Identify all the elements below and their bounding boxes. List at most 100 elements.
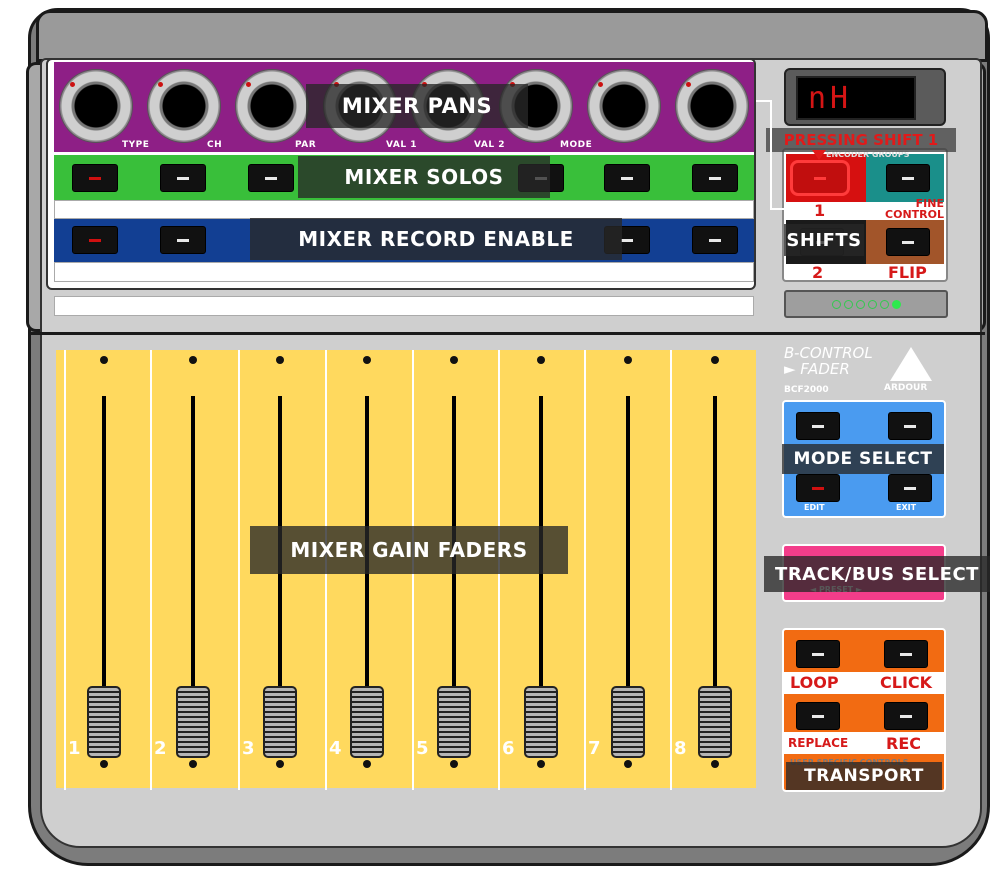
strip-separator [150, 350, 152, 790]
knob-label-type: TYPE [122, 140, 150, 150]
rec-button[interactable] [884, 702, 928, 730]
fader-top-dot [189, 356, 197, 364]
fine-control-button[interactable] [886, 164, 930, 192]
record-scribble-strip [54, 262, 754, 282]
lower-scribble-strip [54, 296, 754, 316]
fader-cap-7[interactable] [611, 686, 645, 758]
section-divider [30, 332, 985, 335]
brand-line2: ► FADER [784, 360, 850, 378]
fader-cap-1[interactable] [87, 686, 121, 758]
click-button[interactable] [884, 640, 928, 668]
pressing-shift-label: PRESSING SHIFT 1 [766, 128, 956, 152]
fader-top-dot [624, 356, 632, 364]
strip-separator [238, 350, 240, 790]
fader-number-4: 4 [329, 738, 342, 759]
knob-label-mode: MODE [560, 140, 593, 150]
rec-button-1[interactable] [72, 226, 118, 254]
fader-number-1: 1 [68, 738, 81, 759]
led-indicator-4 [867, 299, 877, 309]
pan-knob-1[interactable] [60, 70, 132, 142]
pan-knob-3[interactable] [236, 70, 308, 142]
fader-cap-4[interactable] [350, 686, 384, 758]
fader-cap-5[interactable] [437, 686, 471, 758]
fader-cap-3[interactable] [263, 686, 297, 758]
exit-label: EXIT [896, 503, 917, 512]
shift-1-label: 1 [814, 201, 826, 220]
flip-label: FLIP [888, 263, 927, 282]
led-indicator-3 [855, 299, 865, 309]
pan-knob-2[interactable] [148, 70, 220, 142]
fader-number-3: 3 [242, 738, 255, 759]
fader-top-dot [363, 356, 371, 364]
segment-display: nH [796, 76, 916, 120]
arrow-down-icon [812, 150, 826, 160]
rec-button-2[interactable] [160, 226, 206, 254]
click-label: CLICK [880, 673, 933, 692]
edit-button[interactable] [796, 474, 840, 502]
exit-button[interactable] [888, 474, 932, 502]
fine-control-label: FINE CONTROL [870, 198, 944, 220]
mixer-pans-label: MIXER PANS [306, 84, 528, 128]
rec-label: REC [886, 734, 921, 753]
fader-top-dot [450, 356, 458, 364]
fader-number-7: 7 [588, 738, 601, 759]
control-label: CONTROL [885, 208, 944, 221]
shifts-label: SHIFTS [784, 224, 864, 256]
knob-label-val1: VAL 1 [386, 140, 417, 150]
preset-led-row [784, 290, 948, 318]
transport-label: TRANSPORT [786, 762, 942, 790]
shift-2-label: 2 [812, 263, 824, 282]
knob-label-val2: VAL 2 [474, 140, 505, 150]
led-indicator-2 [843, 299, 853, 309]
connector-line-h [770, 208, 784, 210]
fader-top-dot [100, 356, 108, 364]
mixer-solos-label: MIXER SOLOS [298, 156, 550, 198]
solo-button-1[interactable] [72, 164, 118, 192]
fader-number-5: 5 [416, 738, 429, 759]
fader-number-8: 8 [674, 738, 687, 759]
fader-top-dot [276, 356, 284, 364]
fader-bottom-dot [450, 760, 458, 768]
track-bus-select-label: TRACK/BUS SELECT [764, 556, 990, 592]
solo-scribble-strip [54, 200, 754, 219]
fader-bottom-dot [189, 760, 197, 768]
solo-button-8[interactable] [692, 164, 738, 192]
replace-button[interactable] [796, 702, 840, 730]
fader-bottom-dot [363, 760, 371, 768]
mixer-gain-faders-label: MIXER GAIN FADERS [250, 526, 568, 574]
fader-bottom-dot [100, 760, 108, 768]
model-label: BCF2000 [784, 385, 829, 395]
led-indicator-6 [891, 299, 901, 309]
connector-line [756, 100, 770, 102]
fader-bottom-dot [711, 760, 719, 768]
top-lip [36, 10, 988, 62]
solo-button-7[interactable] [604, 164, 650, 192]
fader-bottom-dot [537, 760, 545, 768]
ardour-label: ARDOUR [884, 383, 928, 393]
loop-label: LOOP [790, 673, 839, 692]
knob-label-ch: CH [207, 140, 223, 150]
fader-number-2: 2 [154, 738, 167, 759]
led-indicator-5 [879, 299, 889, 309]
fader-cap-6[interactable] [524, 686, 558, 758]
mode-select-label: MODE SELECT [782, 444, 944, 474]
shift-1-button[interactable] [790, 160, 850, 196]
strip-separator [584, 350, 586, 790]
edit-label: EDIT [804, 503, 825, 512]
solo-button-2[interactable] [160, 164, 206, 192]
connector-line-v [770, 100, 772, 210]
learn-button[interactable] [888, 412, 932, 440]
fader-cap-8[interactable] [698, 686, 732, 758]
loop-button[interactable] [796, 640, 840, 668]
pan-knob-7[interactable] [588, 70, 660, 142]
solo-button-3[interactable] [248, 164, 294, 192]
fader-bottom-dot [624, 760, 632, 768]
store-button[interactable] [796, 412, 840, 440]
fader-cap-2[interactable] [176, 686, 210, 758]
pan-knob-8[interactable] [676, 70, 748, 142]
fader-number-6: 6 [502, 738, 515, 759]
strip-separator [64, 350, 66, 790]
flip-button[interactable] [886, 228, 930, 256]
knob-label-par: PAR [295, 140, 317, 150]
rec-button-8[interactable] [692, 226, 738, 254]
